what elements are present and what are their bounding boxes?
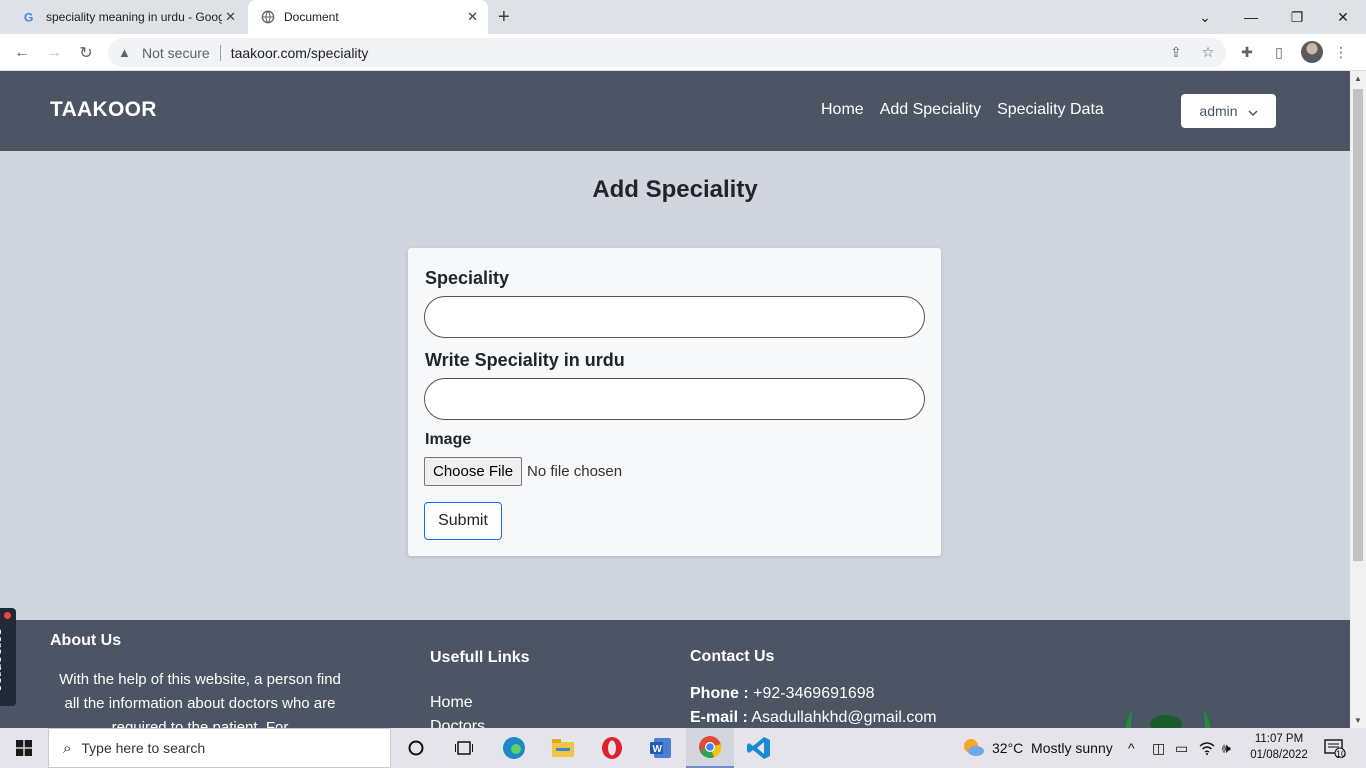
urdu-speciality-input[interactable]	[424, 378, 925, 420]
recorder-label: screenrec	[0, 628, 7, 692]
submit-button[interactable]: Submit	[424, 502, 502, 540]
svg-text:G: G	[24, 10, 34, 24]
footer-about-title: About Us	[50, 632, 122, 649]
tab-search-chevron-icon[interactable]: ⌄	[1182, 0, 1228, 34]
scroll-up-icon[interactable]: ▲	[1350, 74, 1366, 83]
word-icon[interactable]: W	[637, 728, 685, 768]
close-icon[interactable]: ✕	[467, 9, 478, 25]
chevron-down-icon	[1248, 103, 1258, 119]
page-viewport: TAAKOOR Home Add Speciality Speciality D…	[0, 71, 1350, 728]
tab-title: speciality meaning in urdu - Google Sear…	[46, 10, 222, 24]
globe-icon	[260, 9, 276, 25]
speciality-label: Speciality	[425, 268, 510, 288]
search-placeholder: Type here to search	[81, 740, 206, 756]
admin-label: admin	[1199, 103, 1238, 119]
opera-browser-icon[interactable]	[588, 728, 636, 768]
footer-about-text: With the help of this website, a person …	[59, 671, 341, 728]
phone-label: Phone :	[690, 685, 749, 702]
scrollbar-thumb[interactable]	[1353, 89, 1363, 561]
edge-browser-icon[interactable]	[490, 728, 538, 768]
footer-phone: Phone : +92-3469691698	[690, 685, 875, 703]
address-bar[interactable]: ▲ Not secure taakoor.com/speciality	[108, 38, 1226, 67]
clock-time: 11:07 PM	[1254, 733, 1304, 745]
extensions-icon[interactable]: ✚	[1236, 41, 1258, 63]
notifications-icon[interactable]: 10	[1324, 728, 1346, 768]
cortana-icon[interactable]	[392, 728, 440, 768]
divider	[219, 44, 221, 61]
meet-now-icon[interactable]: ◫	[1152, 728, 1165, 768]
weather-widget[interactable]: 32°C Mostly sunny	[962, 728, 1113, 768]
wifi-icon[interactable]	[1199, 728, 1215, 768]
address-toolbar: ← → ↻ ▲ Not secure taakoor.com/specialit…	[0, 34, 1366, 71]
footer-links-title: Usefull Links	[430, 649, 530, 666]
weather-text: 32°C Mostly sunny	[992, 740, 1113, 756]
chrome-icon[interactable]	[686, 728, 734, 768]
security-label: Not secure	[142, 44, 210, 61]
close-icon[interactable]: ✕	[225, 9, 236, 25]
nav-speciality-data-link[interactable]: Speciality Data	[997, 101, 1104, 119]
tab-document[interactable]: Document ✕	[248, 0, 488, 34]
back-arrow-icon[interactable]: ←	[10, 41, 34, 65]
nav-links: Home Add Speciality Speciality Data	[821, 101, 1104, 119]
image-file-input: Choose File No file chosen	[424, 457, 622, 486]
file-status-text: No file chosen	[527, 463, 623, 480]
windows-taskbar: ⌕ Type here to search W 32°C Mostly sunn…	[0, 728, 1366, 768]
site-footer: About Us With the help of this website, …	[0, 620, 1350, 728]
notification-count: 10	[1336, 749, 1347, 759]
url-text[interactable]: taakoor.com/speciality	[231, 45, 369, 61]
windows-start-icon[interactable]	[0, 728, 48, 768]
speciality-input[interactable]	[424, 296, 925, 338]
restore-icon[interactable]: ❐	[1274, 0, 1320, 34]
vscode-icon[interactable]	[735, 728, 783, 768]
tab-title: Document	[284, 10, 339, 24]
side-panel-icon[interactable]: ▯	[1268, 41, 1290, 63]
nav-home-link[interactable]: Home	[821, 101, 864, 119]
profile-avatar[interactable]	[1301, 41, 1323, 63]
email-label: E-mail :	[690, 709, 748, 726]
scroll-down-icon[interactable]: ▼	[1350, 716, 1366, 725]
warning-icon: ▲	[118, 45, 131, 60]
email-value: Asadullahkhd@gmail.com	[751, 709, 937, 726]
browser-tab-strip: G speciality meaning in urdu - Google Se…	[0, 0, 1366, 34]
close-window-icon[interactable]: ✕	[1320, 0, 1366, 34]
show-hidden-icons-chevron-icon[interactable]: ^	[1128, 728, 1135, 768]
task-view-icon[interactable]	[440, 728, 488, 768]
star-icon[interactable]: ☆	[1197, 41, 1219, 63]
tab-google-search[interactable]: G speciality meaning in urdu - Google Se…	[10, 0, 246, 34]
search-icon: ⌕	[63, 739, 72, 757]
reload-icon[interactable]: ↻	[74, 41, 98, 65]
battery-icon[interactable]: ▭	[1175, 728, 1188, 768]
volume-icon[interactable]: 🕪	[1222, 728, 1231, 768]
site-brand[interactable]: TAAKOOR	[50, 98, 157, 122]
taskbar-clock[interactable]: 11:07 PM 01/08/2022	[1244, 731, 1314, 763]
svg-text:W: W	[653, 744, 663, 755]
page-scrollbar[interactable]: ▲ ▼	[1350, 71, 1366, 728]
minimize-icon[interactable]: —	[1228, 0, 1274, 34]
urdu-speciality-label: Write Speciality in urdu	[425, 350, 625, 370]
nav-add-speciality-link[interactable]: Add Speciality	[880, 101, 981, 119]
footer-contact-title: Contact Us	[690, 648, 775, 665]
choose-file-button[interactable]: Choose File	[424, 457, 523, 486]
page-title: Add Speciality	[592, 176, 758, 203]
weather-sun-icon	[962, 738, 984, 759]
footer-logo	[1118, 708, 1218, 728]
footer-link-doctors[interactable]: Doctors	[430, 718, 485, 728]
record-dot-icon	[4, 612, 11, 619]
share-icon[interactable]: ⇪	[1165, 41, 1187, 63]
image-label: Image	[425, 431, 472, 448]
clock-date: 01/08/2022	[1250, 749, 1308, 761]
admin-dropdown-button[interactable]: admin	[1181, 94, 1276, 128]
forward-arrow-icon[interactable]: →	[42, 41, 66, 65]
screenrec-recorder-badge[interactable]: screenrec	[0, 608, 16, 706]
footer-link-home[interactable]: Home	[430, 694, 473, 712]
file-explorer-icon[interactable]	[539, 728, 587, 768]
site-navbar: TAAKOOR Home Add Speciality Speciality D…	[0, 71, 1350, 151]
taskbar-search-input[interactable]: ⌕ Type here to search	[48, 728, 391, 768]
google-icon: G	[22, 9, 38, 25]
speciality-form-card: Speciality Write Speciality in urdu Imag…	[408, 248, 941, 556]
menu-kebab-icon[interactable]: ⋮	[1330, 41, 1352, 63]
footer-email: E-mail : Asadullahkhd@gmail.com	[690, 709, 937, 727]
phone-value: +92-3469691698	[753, 685, 875, 702]
new-tab-button[interactable]: +	[498, 6, 510, 29]
